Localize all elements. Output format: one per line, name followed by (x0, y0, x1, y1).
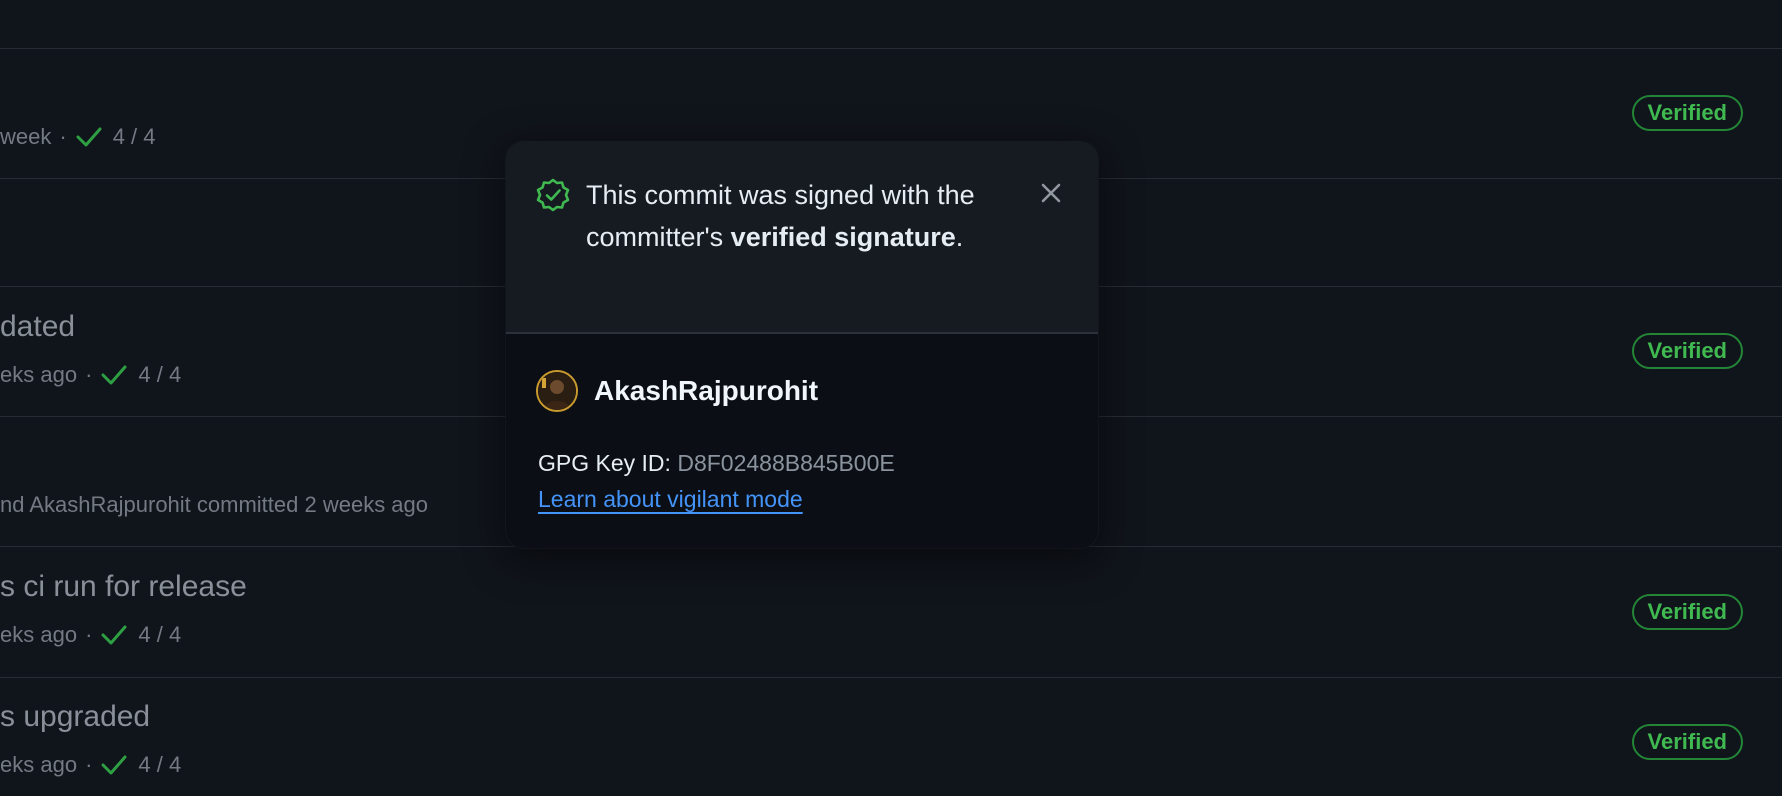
committer-username[interactable]: AkashRajpurohit (594, 370, 818, 412)
gpg-key-id: D8F02488B845B00E (677, 450, 895, 476)
commit-title[interactable]: dated (0, 310, 75, 344)
commit-title[interactable]: s ci run for release (0, 570, 247, 604)
verified-badge[interactable]: Verified (1631, 333, 1743, 369)
commit-list-page: week · 4 / 4 Verified dated eks ago · 4 … (0, 0, 1782, 796)
row-divider (0, 48, 1782, 49)
verified-badge[interactable]: Verified (1631, 594, 1743, 630)
commit-author-time: nd AkashRajpurohit committed 2 weeks ago (0, 492, 429, 517)
signature-popover: This commit was signed with the committe… (506, 142, 1098, 548)
verified-shield-icon (536, 178, 570, 212)
commit-meta: week · 4 / 4 (0, 124, 156, 150)
message-period: . (955, 222, 964, 252)
popover-message: This commit was signed with the committe… (586, 174, 1006, 258)
commit-meta: nd AkashRajpurohit committed 2 weeks ago (0, 492, 428, 518)
commit-title[interactable]: s upgraded (0, 700, 150, 734)
vigilant-mode-link[interactable]: Learn about vigilant mode (538, 482, 803, 516)
checks-count[interactable]: 4 / 4 (138, 362, 181, 388)
commit-meta: eks ago · 4 / 4 (0, 362, 181, 388)
avatar[interactable] (536, 370, 578, 412)
checks-count[interactable]: 4 / 4 (138, 622, 181, 648)
commit-time: week (0, 124, 52, 149)
meta-separator: · (85, 622, 93, 647)
checks-count[interactable]: 4 / 4 (113, 124, 156, 150)
close-icon[interactable] (1039, 181, 1063, 205)
check-icon[interactable] (100, 363, 128, 387)
avatar-image (538, 372, 576, 410)
meta-separator: · (85, 362, 93, 387)
meta-separator: · (85, 752, 93, 777)
meta-separator: · (59, 124, 67, 149)
gpg-key-label: GPG Key ID: (538, 450, 678, 476)
check-icon[interactable] (100, 753, 128, 777)
gpg-key-info: GPG Key ID: D8F02488B845B00E (538, 446, 895, 480)
check-icon[interactable] (100, 623, 128, 647)
checks-count[interactable]: 4 / 4 (138, 752, 181, 778)
commit-time: eks ago (0, 622, 78, 647)
commit-meta: eks ago · 4 / 4 (0, 622, 181, 648)
popover-header: This commit was signed with the committe… (506, 142, 1098, 334)
row-divider (0, 677, 1782, 678)
commit-meta: eks ago · 4 / 4 (0, 752, 181, 778)
close-button[interactable] (1034, 176, 1068, 210)
message-emphasis: verified signature (730, 222, 956, 252)
check-icon[interactable] (75, 125, 103, 149)
verified-badge[interactable]: Verified (1631, 724, 1743, 760)
verified-badge[interactable]: Verified (1631, 95, 1743, 131)
commit-time: eks ago (0, 362, 78, 387)
commit-time: eks ago (0, 752, 78, 777)
